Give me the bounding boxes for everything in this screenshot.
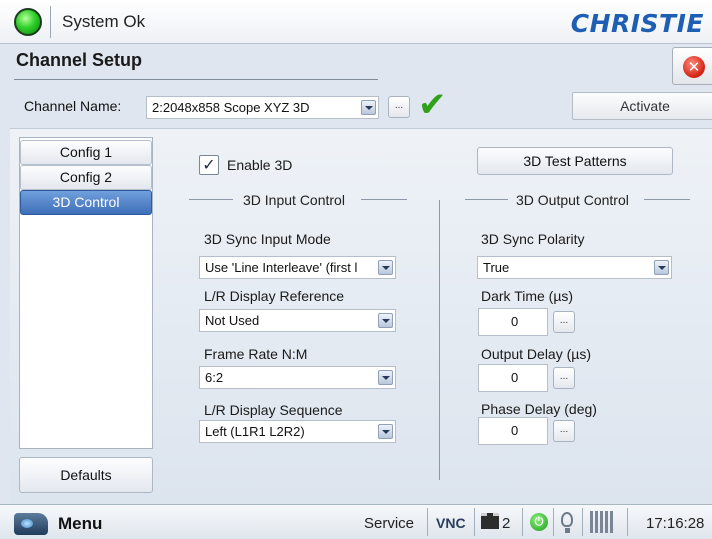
- lr-display-reference-label: L/R Display Reference: [204, 288, 345, 304]
- channel-count: 2: [502, 515, 511, 532]
- output-section-rule-right: [644, 199, 690, 200]
- input-section-rule-left: [189, 199, 233, 200]
- output-delay-input[interactable]: 0: [478, 364, 548, 392]
- sync-input-mode-label: 3D Sync Input Mode: [204, 231, 331, 247]
- frame-rate-select[interactable]: 6:2: [199, 366, 396, 389]
- film-icon[interactable]: [481, 513, 499, 529]
- tray-separator: [553, 508, 554, 536]
- chevron-down-icon: [361, 100, 376, 115]
- channel-browse-button[interactable]: ...: [388, 96, 410, 118]
- sync-polarity-label: 3D Sync Polarity: [481, 231, 585, 247]
- lr-display-sequence-select[interactable]: Left (L1R1 L2R2): [199, 420, 396, 443]
- 3d-test-patterns-button[interactable]: 3D Test Patterns: [477, 147, 673, 175]
- activate-button[interactable]: Activate: [572, 92, 712, 120]
- chevron-down-icon: [378, 370, 393, 385]
- chevron-down-icon: [378, 424, 393, 439]
- close-icon: ✕: [683, 56, 705, 78]
- input-section-rule-right: [361, 199, 407, 200]
- tab-config-2[interactable]: Config 2: [20, 165, 152, 190]
- channel-name-select[interactable]: 2:2048x858 Scope XYZ 3D: [146, 96, 379, 119]
- sync-polarity-select[interactable]: True: [477, 256, 672, 279]
- power-icon[interactable]: ⏻: [530, 513, 548, 531]
- dark-time-browse-button[interactable]: ...: [553, 311, 575, 333]
- dark-time-label: Dark Time (µs): [481, 288, 574, 304]
- page-title: Channel Setup: [16, 50, 143, 70]
- channel-name-value: 2:2048x858 Scope XYZ 3D: [152, 100, 310, 115]
- close-button[interactable]: ✕: [672, 47, 712, 85]
- tab-3d-control[interactable]: 3D Control: [20, 190, 152, 215]
- network-icon[interactable]: [590, 511, 614, 533]
- section-divider: [439, 200, 440, 480]
- sync-input-mode-select[interactable]: Use 'Line Interleave' (first l: [199, 256, 396, 279]
- defaults-button[interactable]: Defaults: [19, 457, 153, 493]
- chevron-down-icon: [378, 260, 393, 275]
- title-underline: [14, 79, 378, 80]
- channel-name-label: Channel Name:: [24, 98, 122, 114]
- lr-display-sequence-value: Left (L1R1 L2R2): [205, 424, 305, 439]
- system-status-text: System Ok: [62, 12, 146, 31]
- phase-delay-input[interactable]: 0: [478, 417, 548, 445]
- lr-display-sequence-label: L/R Display Sequence: [204, 402, 343, 418]
- service-link[interactable]: Service: [364, 515, 414, 532]
- tab-config-1[interactable]: Config 1: [20, 140, 152, 165]
- tray-separator: [627, 508, 628, 536]
- tray-separator: [474, 508, 475, 536]
- output-delay-browse-button[interactable]: ...: [553, 367, 575, 389]
- input-control-title: 3D Input Control: [243, 192, 345, 208]
- frame-rate-label: Frame Rate N:M: [204, 346, 308, 362]
- clock: 17:16:28: [646, 515, 705, 532]
- status-led-icon: [14, 8, 42, 36]
- projector-icon[interactable]: [14, 513, 48, 535]
- frame-rate-value: 6:2: [205, 370, 224, 385]
- checkmark-icon: ✔: [418, 85, 447, 125]
- enable-3d-checkbox[interactable]: ✓: [199, 155, 219, 175]
- sync-polarity-value: True: [483, 260, 510, 275]
- output-control-title: 3D Output Control: [516, 192, 629, 208]
- phase-delay-label: Phase Delay (deg): [481, 401, 597, 417]
- chevron-down-icon: [378, 313, 393, 328]
- tray-separator: [522, 508, 523, 536]
- enable-3d-label: Enable 3D: [227, 157, 293, 173]
- lamp-icon[interactable]: [561, 512, 573, 533]
- output-delay-label: Output Delay (µs): [481, 346, 591, 362]
- top-separator: [50, 6, 51, 38]
- lr-display-reference-value: Not Used: [205, 313, 260, 328]
- lr-display-reference-select[interactable]: Not Used: [199, 309, 396, 332]
- tray-separator: [582, 508, 583, 536]
- phase-delay-browse-button[interactable]: ...: [553, 420, 575, 442]
- vnc-indicator[interactable]: VNC: [436, 515, 466, 531]
- menu-button[interactable]: Menu: [58, 514, 102, 534]
- tray-separator: [427, 508, 428, 536]
- sync-input-mode-value: Use 'Line Interleave' (first l: [205, 260, 358, 275]
- christie-logo: CHRISTIE: [570, 9, 704, 38]
- chevron-down-icon: [654, 260, 669, 275]
- dark-time-input[interactable]: 0: [478, 308, 548, 336]
- output-section-rule-left: [465, 199, 508, 200]
